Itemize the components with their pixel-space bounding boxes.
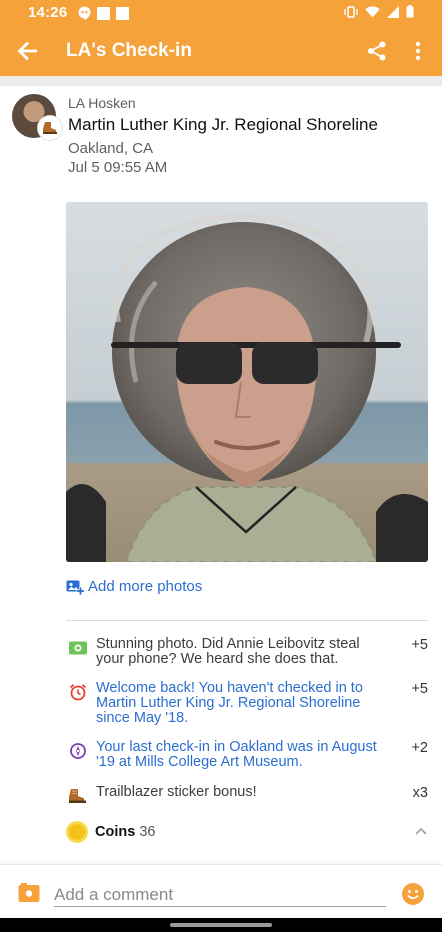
comment-input[interactable] [54,883,386,907]
wifi-icon [365,6,380,17]
checkin-photo-image [66,202,428,562]
arrow-left-icon [17,42,37,60]
comment-bar [0,864,442,918]
points-text: Stunning photo. Did Annie Leibovitz stea… [96,636,360,667]
app-bar: LA's Check-in [0,26,442,76]
points-value: x3 [412,785,428,801]
divider [66,620,428,621]
boot-icon [43,122,57,134]
vibrate-icon [344,5,358,18]
system-nav-bar [0,918,442,932]
camera-photo-icon[interactable] [18,883,40,903]
venue-city: Oakland, CA [68,140,154,157]
coins-title: Coins [95,824,136,840]
battery-icon [406,5,414,18]
system-icons [344,5,414,18]
user-name[interactable]: LA Hosken [68,95,136,111]
add-photo-icon [66,580,84,595]
venue-name[interactable]: Martin Luther King Jr. Regional Shorelin… [68,115,378,135]
more-options-button[interactable] [406,36,430,66]
share-button[interactable] [362,36,392,66]
smiley-icon [407,890,419,900]
hangouts-icon [78,6,91,20]
notification-icons [78,6,129,20]
points-value: +5 [411,637,428,653]
coins-count: 36 [139,824,156,840]
coin-icon [66,821,88,843]
more-vert-icon [415,41,421,61]
back-button[interactable] [10,34,44,68]
signal-icon [387,5,399,18]
status-bar: 14:26 [0,0,442,26]
alarm-clock-icon [68,683,88,701]
checkin-time: Jul 5 09:55 AM [68,159,168,176]
points-text: Trailblazer sticker bonus! [96,784,257,800]
emoji-button[interactable] [402,883,424,905]
status-time: 14:26 [28,4,68,21]
notification-square-icon [97,6,110,20]
boot-icon [68,787,88,805]
notification-square-icon [116,6,129,20]
coins-row[interactable]: Coins 36 [66,820,428,846]
share-icon [368,41,386,61]
compass-icon [68,742,88,760]
chevron-up-icon[interactable] [415,827,427,835]
avatar[interactable] [12,94,62,140]
sticker-badge [38,116,62,140]
add-photos-button[interactable]: Add more photos [66,578,202,595]
points-text[interactable]: Welcome back! You haven't checked in to … [96,681,386,726]
header-divider [0,76,442,86]
points-text[interactable]: Your last check-in in Oakland was in Aug… [96,740,386,770]
checkin-photo[interactable] [66,202,428,562]
coins-label: Coins 36 [95,824,155,840]
points-value: +2 [411,740,428,756]
points-value: +5 [411,681,428,697]
page-title: LA's Check-in [66,40,192,61]
home-gesture-pill[interactable] [170,923,272,927]
photo-bonus-icon [68,639,88,657]
add-photos-label: Add more photos [88,578,203,595]
